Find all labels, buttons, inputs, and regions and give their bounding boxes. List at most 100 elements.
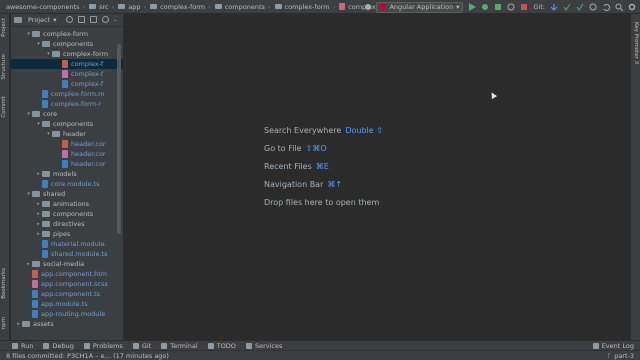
tool-window-git[interactable]: Git: [132, 342, 151, 350]
chevron-down-icon[interactable]: ▾: [53, 16, 56, 24]
scss-file-icon: [62, 150, 68, 158]
breadcrumb-separator: ›: [82, 2, 86, 11]
tree-file[interactable]: material.module.: [11, 239, 123, 249]
tree-folder[interactable]: ▾ complex-form: [11, 29, 123, 39]
expand-arrow-icon[interactable]: ▸: [35, 201, 42, 207]
tool-window-label: Debug: [52, 341, 74, 350]
tree-file[interactable]: complex-f: [11, 69, 123, 79]
expand-arrow-icon[interactable]: ▸: [35, 221, 42, 227]
git-branch-widget[interactable]: part-3: [614, 352, 634, 360]
tree-folder[interactable]: ▾ components: [11, 39, 123, 49]
project-panel: Project ▾ – ▾ complex-form ▾ components ▾ com…: [11, 14, 123, 340]
status-message[interactable]: 8 files committed: P3CH1A – e… (17 minut…: [6, 352, 169, 360]
tree-scrollbar[interactable]: [117, 44, 121, 234]
tool-window-run[interactable]: Run: [12, 342, 33, 350]
ts-file-icon: [62, 160, 68, 168]
breadcrumb-item[interactable]: complex-form ›: [273, 0, 338, 14]
tree-folder[interactable]: ▸ social-media: [11, 259, 123, 269]
debug-icon[interactable]: [481, 3, 489, 11]
expand-all-icon[interactable]: [77, 16, 85, 23]
tool-window-problems[interactable]: Problems: [83, 342, 123, 350]
tree-file[interactable]: complex-f: [11, 59, 123, 69]
breadcrumb-item[interactable]: src ›: [87, 0, 116, 14]
editor-hint: Navigation Bar ⌘↑: [264, 180, 342, 189]
commit-tool-button[interactable]: Commit: [1, 96, 7, 118]
expand-arrow-icon[interactable]: ▾: [25, 31, 32, 37]
tree-file[interactable]: shared.module.ts: [11, 249, 123, 259]
expand-arrow-icon[interactable]: ▾: [45, 51, 52, 57]
tree-folder[interactable]: ▾ shared: [11, 189, 123, 199]
tree-file[interactable]: complex-form.m: [11, 89, 123, 99]
project-panel-title[interactable]: Project: [28, 16, 50, 24]
tree-item-label: complex-form-r: [51, 100, 102, 108]
project-tool-button[interactable]: Project: [1, 18, 7, 37]
git-push-icon[interactable]: [576, 3, 584, 11]
tree-file[interactable]: app-routing.module: [11, 309, 123, 319]
hint-label: Recent Files: [264, 162, 312, 171]
tree-item-label: components: [53, 210, 94, 218]
git-update-icon[interactable]: [550, 3, 558, 11]
history-icon[interactable]: [589, 3, 597, 11]
tool-window-debug[interactable]: Debug: [43, 341, 74, 350]
tool-window-terminal[interactable]: Terminal: [161, 342, 198, 350]
breadcrumb-item[interactable]: awesome-components ›: [4, 0, 87, 14]
tool-window-services[interactable]: Services: [245, 342, 282, 350]
tree-file[interactable]: core.module.ts: [11, 179, 123, 189]
expand-arrow-icon[interactable]: ▾: [45, 131, 52, 137]
expand-arrow-icon[interactable]: ▸: [35, 211, 42, 217]
rollback-icon[interactable]: [602, 3, 610, 11]
tree-folder[interactable]: ▾ complex-form: [11, 49, 123, 59]
tree-folder[interactable]: ▸ directives: [11, 219, 123, 229]
user-icon[interactable]: [365, 4, 372, 10]
bookmarks-tool-button[interactable]: Bookmarks: [1, 268, 7, 299]
expand-arrow-icon[interactable]: ▸: [25, 261, 32, 267]
gear-icon[interactable]: [101, 16, 109, 23]
structure-tool-button[interactable]: Structure: [1, 54, 7, 80]
tree-file[interactable]: app.component.ts: [11, 289, 123, 299]
run-icon[interactable]: [468, 3, 477, 11]
tree-file[interactable]: app.component.htm: [11, 269, 123, 279]
tree-folder[interactable]: ▸ components: [11, 209, 123, 219]
expand-arrow-icon[interactable]: ▾: [35, 121, 42, 127]
key-promoter-tool-button[interactable]: Key Promoter X: [633, 22, 639, 65]
expand-arrow-icon[interactable]: ▸: [15, 321, 22, 327]
tree-file[interactable]: header.cor: [11, 139, 123, 149]
tree-folder[interactable]: ▾ header: [11, 129, 123, 139]
tree-file[interactable]: header.cor: [11, 149, 123, 159]
tree-item-label: header: [63, 130, 86, 138]
locate-icon[interactable]: [65, 16, 73, 23]
npm-tool-button[interactable]: npm: [1, 317, 7, 329]
tree-file[interactable]: complex-form-r: [11, 99, 123, 109]
expand-arrow-icon[interactable]: ▾: [35, 41, 42, 47]
navigation-bar: awesome-components › src › app › complex-form ›…: [0, 0, 640, 14]
expand-arrow-icon[interactable]: ▸: [35, 231, 42, 237]
breadcrumb-item[interactable]: components ›: [213, 0, 273, 14]
breadcrumb-item[interactable]: app ›: [116, 0, 148, 14]
tree-folder[interactable]: ▸ pipes: [11, 229, 123, 239]
expand-arrow-icon[interactable]: ▾: [25, 111, 32, 117]
settings-icon[interactable]: [628, 3, 636, 11]
tree-folder[interactable]: ▸ assets: [11, 319, 123, 329]
collapse-all-icon[interactable]: [89, 16, 97, 23]
tool-window-todo[interactable]: TODO: [207, 342, 236, 350]
run-configuration-select[interactable]: Angular Application ▾: [376, 1, 464, 13]
minimize-icon[interactable]: –: [114, 16, 117, 24]
profile-icon[interactable]: [507, 3, 515, 11]
stop-icon[interactable]: [520, 3, 528, 11]
tree-folder[interactable]: ▾ components: [11, 119, 123, 129]
editor-hint: Search Everywhere Double ⇧: [264, 126, 383, 135]
tree-file[interactable]: complex-f: [11, 79, 123, 89]
git-commit-icon[interactable]: [563, 3, 571, 11]
tree-file[interactable]: header.cor: [11, 159, 123, 169]
tree-folder[interactable]: ▾ core: [11, 109, 123, 119]
breadcrumb-item[interactable]: complex-form ›: [148, 0, 213, 14]
tree-folder[interactable]: ▸ animations: [11, 199, 123, 209]
expand-arrow-icon[interactable]: ▸: [35, 171, 42, 177]
expand-arrow-icon[interactable]: ▾: [25, 191, 32, 197]
coverage-icon[interactable]: [494, 3, 502, 11]
tree-file[interactable]: app.component.scss: [11, 279, 123, 289]
tree-folder[interactable]: ▸ models: [11, 169, 123, 179]
tree-file[interactable]: app.module.ts: [11, 299, 123, 309]
search-icon[interactable]: [615, 3, 623, 11]
tree-item-label: components: [53, 40, 94, 48]
